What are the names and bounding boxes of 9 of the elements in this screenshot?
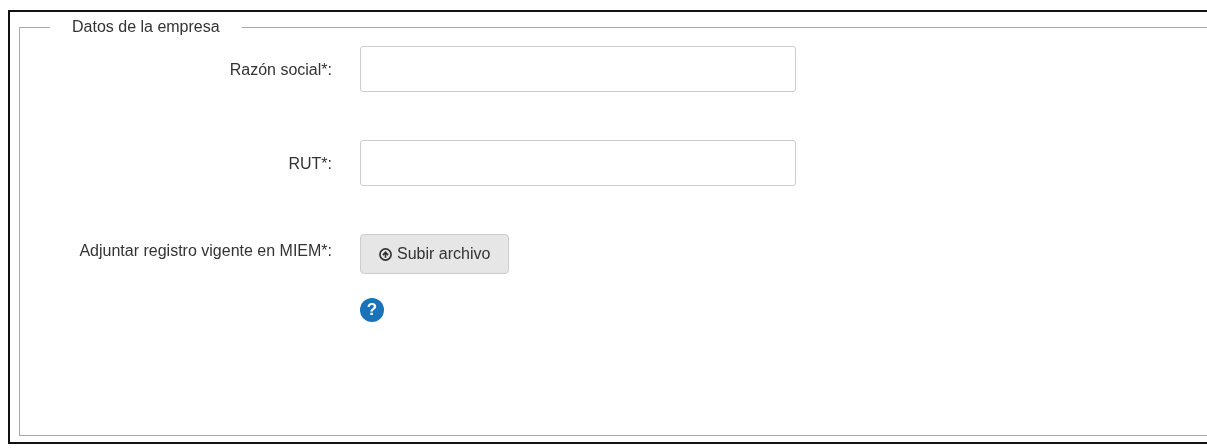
upload-icon [379,247,392,261]
field-label: RUT*: [287,154,332,174]
input-field[interactable] [360,140,796,186]
section-title: Datos de la empresa [71,18,221,36]
field-label: Adjuntar registro vigente en MIEM*: [78,241,332,261]
help-icon[interactable]: ? [360,298,384,322]
upload-button[interactable]: Subir archivo [360,234,510,274]
input-field[interactable] [360,46,796,92]
field-label: Razón social*: [228,60,332,80]
